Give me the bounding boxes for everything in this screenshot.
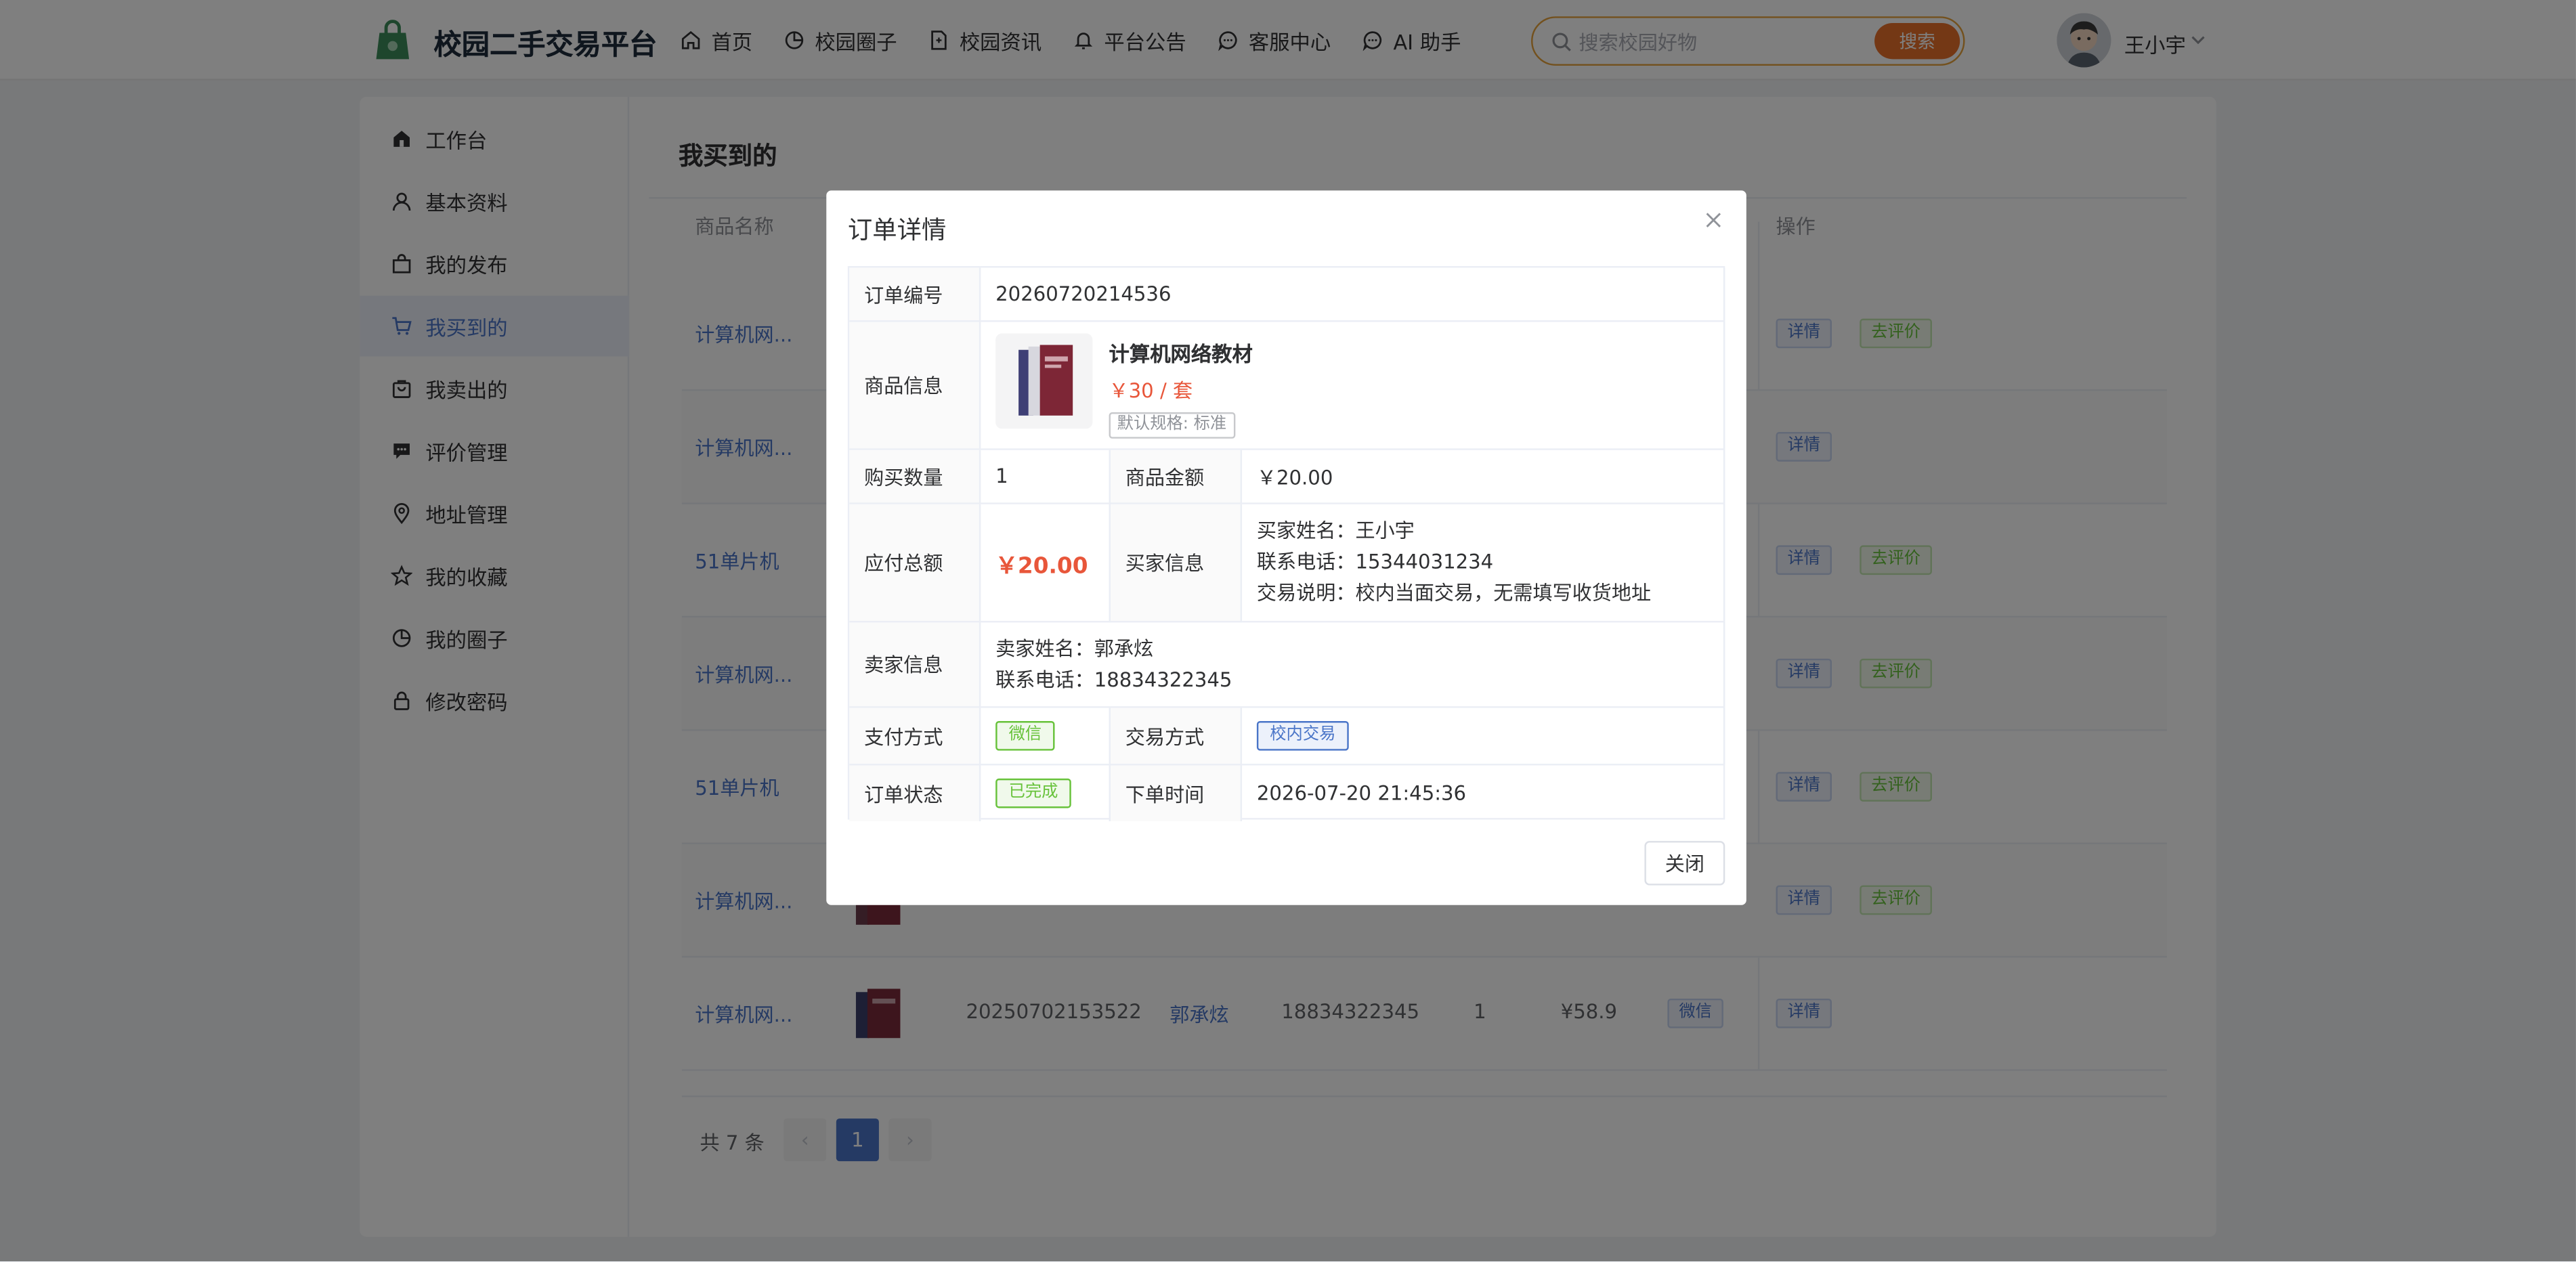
label-order-time: 下单时间 [1110,765,1243,821]
seller-info-cell: 卖家姓名：郭承炫 联系电话：18834322345 [981,622,1725,708]
status-cell: 已完成 [981,765,1111,821]
trade-method-tag: 校内交易 [1256,721,1349,751]
product-name: 计算机网络教材 [1109,341,1253,366]
total-cell: ￥20.00 [981,504,1111,623]
pay-method-tag: 微信 [995,721,1055,751]
order-detail-table: 订单编号 20260720214536 商品信息 购买数量 1 商品金额 ￥20… [847,266,1725,821]
close-icon[interactable] [1704,211,1723,230]
label-buyer-info: 买家信息 [1110,504,1243,623]
product-amount-value: ￥20.00 [1242,450,1725,504]
order-detail-dialog: 订单详情 订单编号 20260720214536 商品信息 购买数量 1 商品金… [826,190,1746,905]
order-time-value: 2026-07-20 21:45:36 [1256,781,1467,805]
label-seller-info: 卖家信息 [849,622,981,708]
buyer-info-cell: 买家姓名：王小宇 联系电话：15344031234 交易说明：校内当面交易，无需… [1242,504,1725,623]
buyer-phone: 联系电话：15344031234 [1256,550,1494,573]
seller-name: 卖家姓名：郭承炫 [995,636,1154,660]
close-button[interactable]: 关闭 [1644,841,1725,886]
quantity-value: 1 [981,450,1111,504]
label-quantity: 购买数量 [849,450,981,504]
order-number-value: 20260720214536 [981,267,1725,322]
label-product-amount: 商品金额 [1110,450,1243,504]
label-pay-method: 支付方式 [849,708,981,766]
total-amount-value: ￥20.00 [995,552,1088,580]
label-product-info: 商品信息 [849,322,981,450]
status-badge: 已完成 [995,778,1071,808]
trade-note: 交易说明：校内当面交易，无需填写收货地址 [1256,581,1652,605]
seller-phone: 联系电话：18834322345 [995,668,1232,691]
product-image [995,333,1093,429]
label-status: 订单状态 [849,765,981,821]
label-trade-method: 交易方式 [1110,708,1243,766]
label-total: 应付总额 [849,504,981,623]
trade-method-cell: 校内交易 [1242,708,1725,766]
buyer-name: 买家姓名：王小宇 [1256,519,1415,542]
pay-method-cell: 微信 [981,708,1111,766]
product-spec-tag: 默认规格: 标准 [1109,412,1235,439]
dialog-title: 订单详情 [847,215,947,245]
label-order-no: 订单编号 [849,267,981,322]
product-price: ￥30 / 套 [1109,379,1193,403]
book-image-icon [995,333,1093,429]
